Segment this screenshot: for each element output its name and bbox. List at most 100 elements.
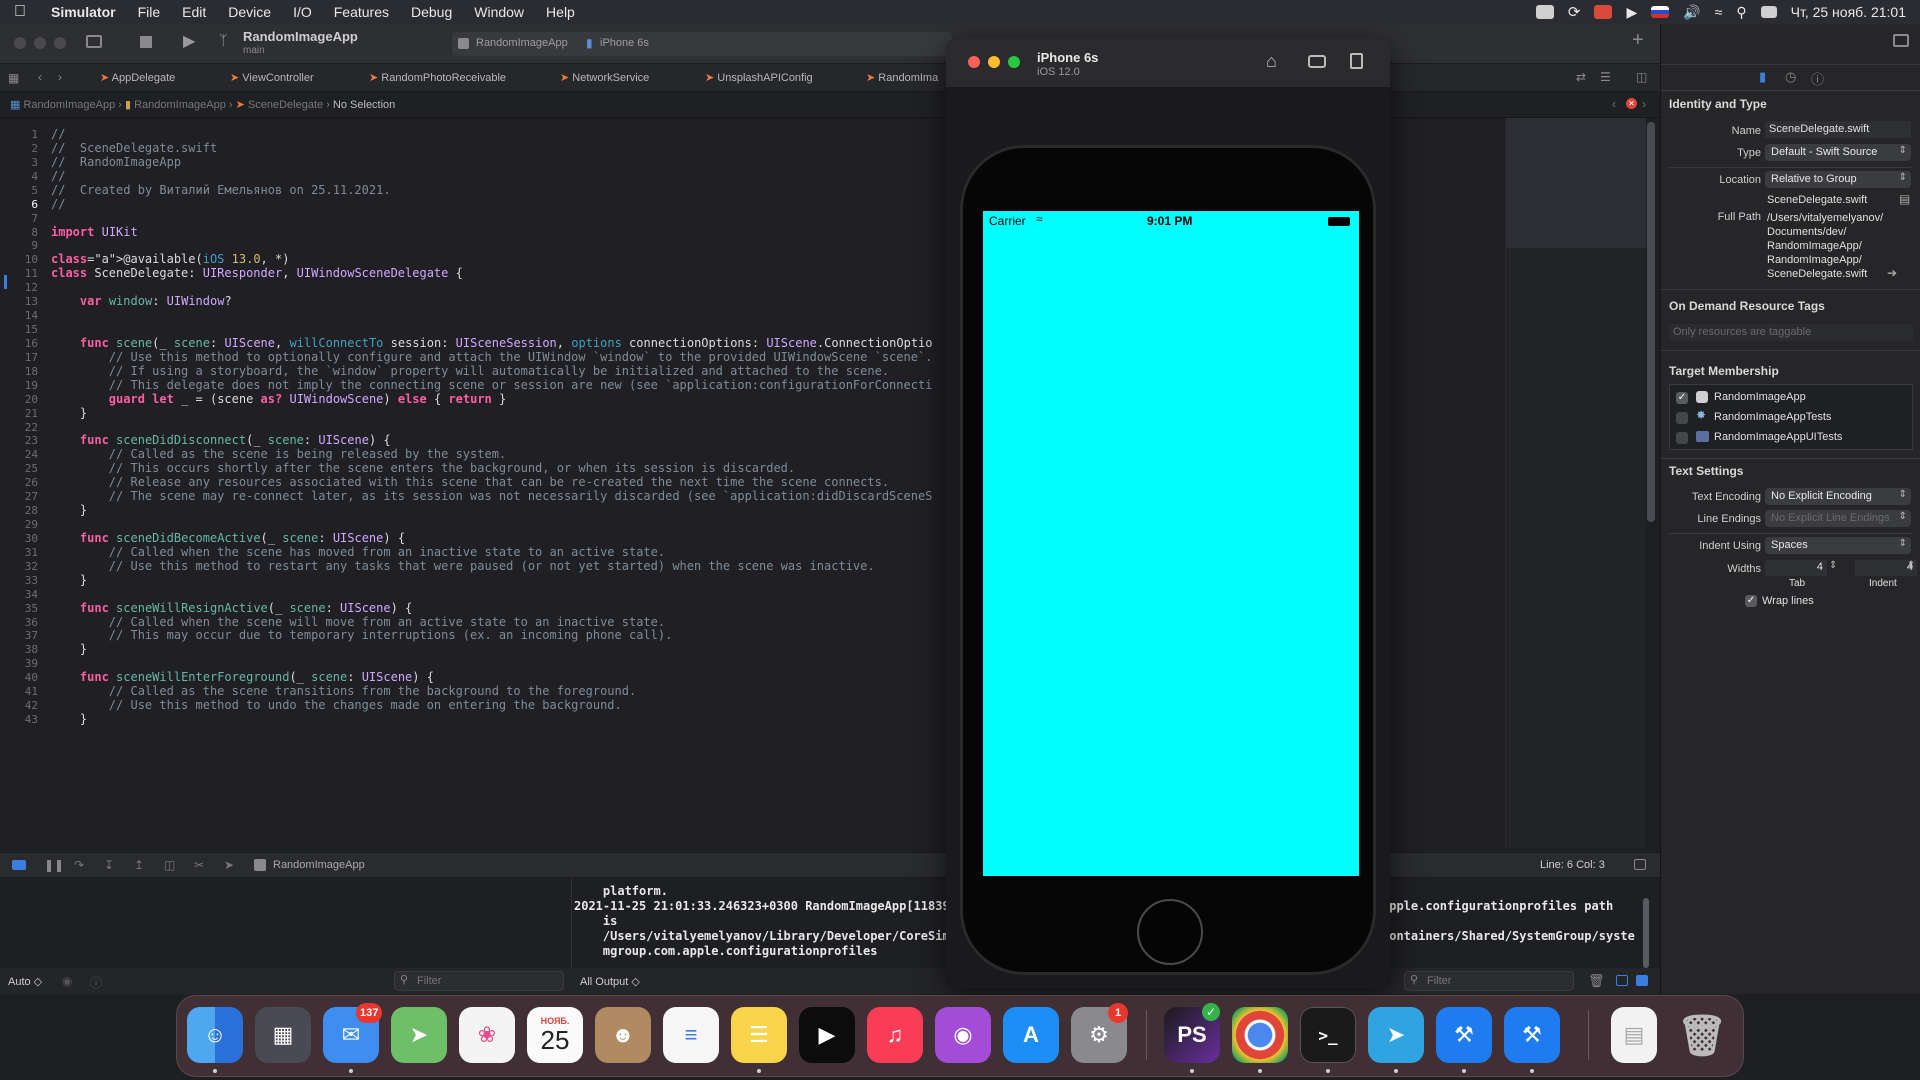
line-number[interactable]: 42 — [0, 699, 38, 712]
menu-file[interactable]: File — [127, 4, 172, 20]
code-line[interactable]: // Created by Виталий Емельянов on 25.11… — [51, 183, 391, 197]
debug-scheme-name[interactable]: RandomImageApp — [273, 859, 365, 871]
tab-width-field[interactable]: 4 — [1765, 560, 1827, 576]
line-number[interactable]: 11 — [0, 267, 38, 280]
line-number[interactable]: 14 — [0, 309, 38, 322]
forward-icon[interactable]: › — [58, 70, 62, 84]
step-out-icon[interactable]: ↥ — [134, 858, 144, 872]
code-line[interactable]: import UIKit — [51, 225, 138, 239]
tab-unsplash-api-config[interactable]: ➤ UnsplashAPIConfig — [705, 71, 813, 84]
auto-variables-select[interactable]: Auto ◇ — [8, 975, 42, 988]
menu-debug[interactable]: Debug — [400, 4, 463, 20]
simulator-icon[interactable]: ⚒ — [1504, 1007, 1560, 1063]
rotate-icon[interactable] — [1350, 53, 1363, 69]
line-number[interactable]: 1 — [0, 128, 38, 141]
view-hierarchy-icon[interactable]: ◫ — [164, 858, 175, 872]
code-line[interactable]: // This delegate does not imply the conn… — [51, 378, 933, 392]
output-select[interactable]: All Output ◇ — [580, 975, 640, 988]
menu-app-name[interactable]: Simulator — [40, 4, 127, 20]
wrap-lines-checkbox[interactable]: ✓ — [1745, 595, 1757, 607]
variables-filter-input[interactable]: Filter — [394, 971, 564, 991]
code-line[interactable]: func sceneDidBecomeActive(_ scene: UISce… — [51, 531, 405, 545]
line-number[interactable]: 28 — [0, 504, 38, 517]
related-items-icon[interactable]: ▦ — [8, 71, 19, 85]
line-number[interactable]: 35 — [0, 602, 38, 615]
library-add-icon[interactable]: + — [1632, 29, 1644, 52]
swap-icon[interactable]: ⇄ — [1576, 70, 1586, 84]
previous-issue-icon[interactable]: ‹ — [1612, 97, 1616, 111]
menu-edit[interactable]: Edit — [171, 4, 217, 20]
window-close-button[interactable] — [14, 37, 26, 49]
input-language-flag-icon[interactable] — [1651, 6, 1670, 18]
code-line[interactable]: } — [51, 712, 87, 726]
line-number[interactable]: 41 — [0, 685, 38, 698]
home-button[interactable] — [1137, 899, 1203, 965]
line-number[interactable]: 37 — [0, 629, 38, 642]
line-number[interactable]: 40 — [0, 671, 38, 684]
folder-icon[interactable]: ▤ — [1899, 192, 1910, 206]
tab-random-photo-receivable[interactable]: ➤ RandomPhotoReceivable — [369, 71, 506, 84]
code-line[interactable]: guard let _ = (scene as? UIWindowScene) … — [51, 392, 506, 406]
code-line[interactable]: // Use this method to undo the changes m… — [51, 698, 622, 712]
line-number[interactable]: 43 — [0, 713, 38, 726]
reveal-in-finder-icon[interactable]: ➔ — [1887, 266, 1897, 280]
debug-area-toggle-icon[interactable] — [12, 860, 26, 870]
run-icon[interactable]: ▶ — [183, 31, 195, 51]
breadcrumb-selection[interactable]: No Selection — [333, 99, 395, 111]
next-issue-icon[interactable]: › — [1642, 97, 1646, 111]
navigator-toggle-icon[interactable] — [86, 35, 102, 48]
terminal-icon[interactable]: >_ — [1300, 1007, 1356, 1063]
activity-view[interactable]: RandomImageApp ▮ iPhone 6s — [452, 32, 952, 56]
line-number[interactable]: 39 — [0, 657, 38, 670]
line-number[interactable]: 29 — [0, 518, 38, 531]
line-number[interactable]: 24 — [0, 448, 38, 461]
show-console-icon[interactable] — [1636, 975, 1648, 986]
app-store-icon[interactable]: A — [1003, 1007, 1059, 1063]
line-number[interactable]: 6 — [0, 198, 38, 211]
line-number[interactable]: 10 — [0, 253, 38, 266]
sim-zoom-button[interactable] — [1008, 56, 1020, 68]
code-line[interactable]: // This may occur due to temporary inter… — [51, 628, 673, 642]
stop-icon[interactable] — [140, 36, 152, 48]
name-field[interactable]: SceneDelegate.swift — [1765, 121, 1911, 138]
code-line[interactable]: // — [51, 127, 65, 141]
info-icon[interactable]: ⓘ — [90, 974, 102, 991]
sim-minimize-button[interactable] — [988, 56, 1000, 68]
line-number[interactable]: 23 — [0, 434, 38, 447]
line-number[interactable]: 33 — [0, 574, 38, 587]
telegram-icon[interactable]: ➤ — [1368, 1007, 1424, 1063]
tab-width-stepper[interactable]: ⇕ — [1829, 560, 1837, 571]
inspector-toggle-icon[interactable] — [1893, 34, 1909, 47]
trash-icon[interactable]: 🗑 — [1674, 1007, 1730, 1063]
line-number[interactable]: 5 — [0, 184, 38, 197]
target-checkbox-app[interactable]: ✓ — [1676, 392, 1688, 404]
menu-window[interactable]: Window — [463, 4, 535, 20]
line-number[interactable]: 16 — [0, 337, 38, 350]
line-number[interactable]: 30 — [0, 532, 38, 545]
code-line[interactable]: func sceneWillEnterForeground(_ scene: U… — [51, 670, 434, 684]
photos-icon[interactable]: ❀ — [459, 1007, 515, 1063]
control-center-icon[interactable] — [1760, 6, 1777, 18]
tab-view-controller[interactable]: ➤ ViewController — [230, 71, 314, 84]
code-line[interactable]: // Called when the scene has moved from … — [51, 545, 665, 559]
home-icon[interactable]: ⌂ — [1266, 51, 1277, 72]
line-number[interactable]: 31 — [0, 546, 38, 559]
code-line[interactable]: class="a">@available(iOS 13.0, *) — [51, 252, 289, 266]
wifi-icon[interactable]: ≈ — [1715, 4, 1723, 20]
scheme-name[interactable]: RandomImageApp — [476, 37, 568, 49]
breadcrumb-file[interactable]: SceneDelegate — [248, 99, 323, 111]
code-line[interactable]: } — [51, 503, 87, 517]
location-select[interactable]: Relative to Group ⇕ — [1765, 171, 1911, 188]
back-icon[interactable]: ‹ — [38, 70, 42, 84]
finder-icon[interactable]: ☺ — [187, 1007, 243, 1063]
code-line[interactable]: // The scene may re-connect later, as it… — [51, 489, 933, 503]
type-select[interactable]: Default - Swift Source ⇕ — [1765, 144, 1911, 161]
indent-width-stepper[interactable]: ⇕ — [1907, 560, 1915, 571]
console-filter-input[interactable]: Filter — [1404, 971, 1574, 991]
code-line[interactable]: // RandomImageApp — [51, 155, 181, 169]
line-number[interactable]: 3 — [0, 156, 38, 169]
line-number[interactable]: 32 — [0, 560, 38, 573]
window-minimize-button[interactable] — [34, 37, 46, 49]
status-sync-icon[interactable]: ⟳ — [1568, 3, 1581, 21]
xcode-icon[interactable]: ⚒ — [1436, 1007, 1492, 1063]
